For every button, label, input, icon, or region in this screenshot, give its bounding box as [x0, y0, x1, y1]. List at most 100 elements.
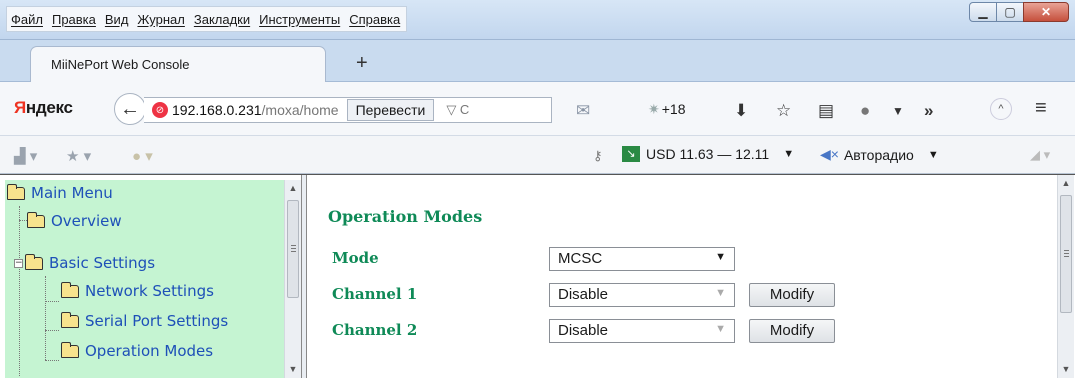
menu-history[interactable]: Журнал [137, 12, 184, 27]
reload-icon[interactable]: ▽ C [446, 102, 469, 118]
sidebar-item-label: Basic Settings [49, 254, 156, 272]
key-icon[interactable]: ⚷ [593, 148, 603, 164]
mode-label: Mode [332, 249, 379, 267]
bookmark-chat-icon[interactable]: ● ▾ [132, 147, 153, 165]
address-bar[interactable]: ⊘ 192.168.0.231/moxa/home Перевести ▽ C [144, 97, 552, 123]
sidebar-item-label: Serial Port Settings [85, 312, 229, 330]
sidebar-item-label: Overview [51, 212, 122, 230]
sidebar-item-serial-port-settings[interactable]: Serial Port Settings [61, 311, 229, 330]
tree-line [45, 301, 59, 302]
scroll-down-icon[interactable]: ▼ [285, 361, 301, 377]
sidebar-item-operation-modes[interactable]: Operation Modes [61, 341, 213, 360]
signal-icon[interactable]: ◢ ▾ [1030, 147, 1050, 163]
scrollbar-thumb[interactable] [1060, 195, 1072, 313]
folder-open-icon [7, 183, 25, 200]
chevron-down-icon[interactable]: ▼ [892, 104, 904, 118]
star-icon[interactable]: ☆ [776, 101, 791, 121]
tree-line [45, 276, 46, 360]
radio-station: Авторадио [843, 146, 914, 163]
grip-line [1064, 250, 1069, 251]
site-icon: ⊘ [152, 102, 168, 118]
scroll-up-icon[interactable]: ▲ [285, 180, 301, 196]
menu-tools[interactable]: Инструменты [259, 12, 340, 27]
back-arrow-icon: ← [120, 97, 140, 120]
channel-2-select-value: Disable [558, 322, 609, 339]
reading-list-icon[interactable]: ▤ [818, 101, 834, 121]
scroll-up-icon[interactable]: ^ [990, 98, 1012, 120]
bookmark-tool-icon[interactable]: ▟ ▾ [14, 147, 37, 165]
scroll-down-icon[interactable]: ▼ [1058, 361, 1074, 377]
overflow-icon[interactable]: » [924, 101, 933, 121]
folder-icon [61, 281, 79, 298]
currency-rate: USD 11.63 — 12.11 [646, 146, 770, 162]
bookmark-star-icon[interactable]: ★ ▾ [66, 147, 91, 165]
sidebar-item-label: Network Settings [85, 282, 214, 300]
close-window-button[interactable]: ✕ [1023, 2, 1069, 22]
chevron-down-icon: ▼ [715, 323, 726, 335]
weather-widget[interactable]: ✷ +18 [648, 101, 685, 118]
translate-button[interactable]: Перевести [346, 99, 435, 121]
download-icon[interactable]: ⬇ [734, 101, 748, 121]
sidebar-item-main-menu[interactable]: Main Menu [7, 183, 113, 202]
sidebar-item-network-settings[interactable]: Network Settings [61, 281, 214, 300]
mail-icon[interactable]: ✉ [576, 101, 590, 121]
menu-edit[interactable]: Правка [52, 12, 96, 27]
channel-1-select-value: Disable [558, 286, 609, 303]
menu-help[interactable]: Справка [349, 12, 400, 27]
tree-line [45, 360, 59, 361]
channel-1-select[interactable]: Disable ▼ [549, 283, 735, 307]
tree-line [19, 206, 20, 376]
menu-bookmarks[interactable]: Закладки [194, 12, 250, 27]
minimize-button[interactable]: ▁ [969, 2, 997, 22]
currency-widget[interactable]: ↘ USD 11.63 — 12.11 ▼ [622, 146, 794, 162]
yandex-logo-letter: Я [14, 98, 26, 117]
channel-2-label: Channel 2 [332, 321, 418, 339]
tab-strip: MiiNePort Web Console + [0, 40, 1075, 83]
channel-2-modify-button[interactable]: Modify [749, 319, 835, 343]
chevron-down-icon: ▼ [715, 287, 726, 299]
page-title: Operation Modes [328, 207, 483, 226]
new-tab-button[interactable]: + [356, 52, 368, 75]
grip-line [291, 248, 296, 249]
tab-miineport[interactable]: MiiNePort Web Console [30, 46, 326, 83]
channel-1-label: Channel 1 [332, 285, 418, 303]
grip-line [291, 245, 296, 246]
url-path: /moxa/home [261, 102, 339, 118]
collapse-icon[interactable]: − [14, 258, 23, 268]
menu-file[interactable]: Файл [11, 12, 43, 27]
main-scrollbar[interactable]: ▲ ▼ [1057, 175, 1074, 378]
grip-line [1064, 256, 1069, 257]
mode-select[interactable]: MCSC ▼ [549, 247, 735, 271]
chevron-down-icon: ▼ [715, 251, 726, 263]
yandex-logo[interactable]: Яндекс [14, 98, 73, 118]
folder-icon [61, 311, 79, 328]
minimize-icon: ▁ [978, 5, 988, 19]
sidebar-scrollbar[interactable]: ▲ ▼ [284, 180, 301, 378]
sidebar-item-overview[interactable]: Overview [27, 211, 122, 230]
channel-2-select[interactable]: Disable ▼ [549, 319, 735, 343]
scrollbar-thumb[interactable] [287, 200, 299, 298]
radio-widget[interactable]: ◀× Авторадио ▼ [820, 146, 939, 163]
weather-temp: +18 [661, 101, 686, 117]
channel-1-modify-button[interactable]: Modify [749, 283, 835, 307]
mode-select-value: MCSC [558, 250, 603, 267]
chevron-down-icon: ▼ [927, 148, 939, 161]
sidebar-item-basic-settings[interactable]: − Basic Settings [14, 253, 156, 272]
maximize-button[interactable]: ▢ [996, 2, 1024, 22]
grip-line [1064, 253, 1069, 254]
scroll-up-icon[interactable]: ▲ [1058, 175, 1074, 191]
grip-line [291, 251, 296, 252]
folder-icon [61, 341, 79, 358]
chat-icon[interactable]: ● [860, 101, 870, 121]
window-titlebar: Файл Правка Вид Журнал Закладки Инструме… [0, 0, 1075, 40]
sidebar-frame: Main Menu Overview − Basic Settings Netwo… [5, 180, 301, 378]
back-button[interactable]: ← [114, 93, 146, 125]
menu-view[interactable]: Вид [105, 12, 129, 27]
window-controls: ▁ ▢ ✕ [969, 2, 1069, 22]
hamburger-icon[interactable]: ≡ [1035, 97, 1047, 120]
url-host: 192.168.0.231 [172, 102, 262, 118]
main-frame: Operation Modes Mode MCSC ▼ Channel 1 Di… [307, 175, 1057, 378]
sidebar-item-label: Main Menu [31, 184, 113, 202]
sun-icon: ✷ [648, 101, 660, 117]
close-icon: ✕ [1040, 5, 1052, 19]
